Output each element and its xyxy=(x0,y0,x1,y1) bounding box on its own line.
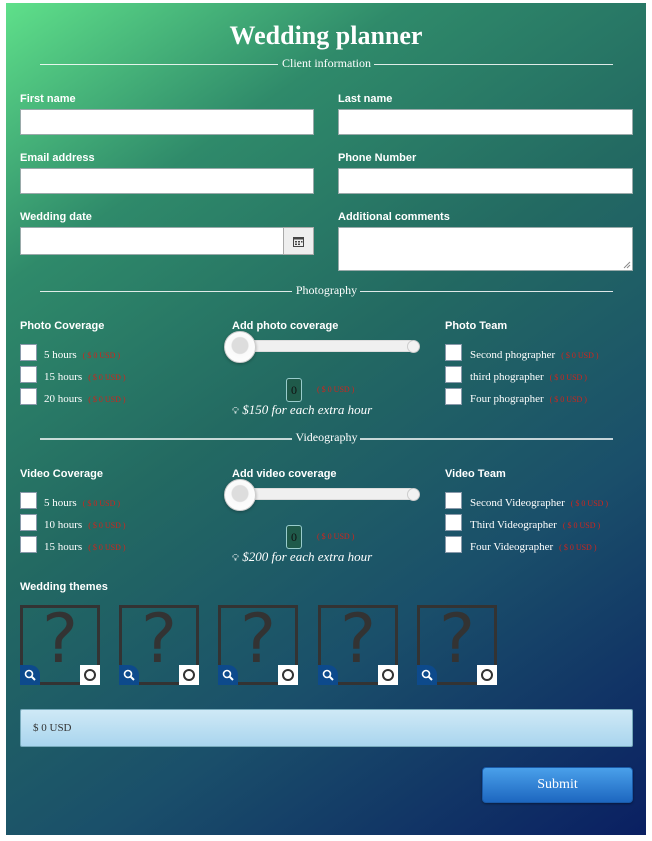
photo-team-label: Photo Team xyxy=(445,320,508,332)
wedding-themes-label: Wedding themes xyxy=(20,581,108,593)
theme-radio[interactable] xyxy=(80,665,100,685)
photo-option: 5 hours( $ 0 USD ) xyxy=(44,349,121,361)
photo-extra-note: 💡︎ $150 for each extra hour xyxy=(232,402,373,417)
video-team-option: Third Videographer( $ 0 USD ) xyxy=(470,519,601,531)
video-option: 5 hours( $ 0 USD ) xyxy=(44,497,121,509)
video-slider-track[interactable] xyxy=(246,488,416,500)
section-videography-header: Videography xyxy=(40,430,613,446)
video-slider-handle[interactable] xyxy=(224,479,256,511)
video-extra-price: ( $ 0 USD ) xyxy=(317,532,355,541)
video-team-option: Four Videographer( $ 0 USD ) xyxy=(470,541,597,553)
wedding-date-label: Wedding date xyxy=(20,211,92,223)
theme-radio[interactable] xyxy=(378,665,398,685)
add-photo-coverage-label: Add photo coverage xyxy=(232,320,339,332)
resize-handle-icon[interactable] xyxy=(623,261,631,269)
photo-option: 15 hours( $ 0 USD ) xyxy=(44,371,126,383)
photo-team-option: third phographer( $ 0 USD ) xyxy=(470,371,587,383)
theme-thumbnail[interactable]: ? xyxy=(20,600,100,685)
zoom-icon[interactable] xyxy=(218,665,238,685)
calendar-icon xyxy=(293,236,304,247)
phone-label: Phone Number xyxy=(338,152,417,164)
last-name-input[interactable] xyxy=(338,109,633,135)
theme-thumbnail[interactable]: ? xyxy=(218,600,298,685)
photo-extra-hours-counter[interactable]: 0 xyxy=(286,378,302,402)
comments-label: Additional comments xyxy=(338,211,450,223)
video-team-checkbox[interactable] xyxy=(445,536,462,553)
email-label: Email address xyxy=(20,152,95,164)
photo-team-checkbox[interactable] xyxy=(445,366,462,383)
video-extra-note: 💡︎ $200 for each extra hour xyxy=(232,549,373,564)
video-option-checkbox[interactable] xyxy=(20,492,37,509)
phone-input[interactable] xyxy=(338,168,633,194)
video-coverage-label: Video Coverage xyxy=(20,468,103,480)
theme-radio[interactable] xyxy=(278,665,298,685)
video-option: 10 hours( $ 0 USD ) xyxy=(44,519,126,531)
wedding-date-input[interactable] xyxy=(20,227,284,255)
photo-option: 20 hours( $ 0 USD ) xyxy=(44,393,126,405)
video-team-option: Second Videographer( $ 0 USD ) xyxy=(470,497,609,509)
theme-thumbnail[interactable]: ? xyxy=(417,600,497,685)
video-team-label: Video Team xyxy=(445,468,506,480)
total-price: $ 0 USD xyxy=(20,709,633,747)
lightbulb-icon: 💡︎ xyxy=(232,553,239,564)
video-team-checkbox[interactable] xyxy=(445,492,462,509)
comments-textarea[interactable] xyxy=(338,227,633,271)
theme-thumbnail[interactable]: ? xyxy=(119,600,199,685)
section-photography-header: Photography xyxy=(40,283,613,299)
zoom-icon[interactable] xyxy=(417,665,437,685)
photo-team-option: Four phographer( $ 0 USD ) xyxy=(470,393,587,405)
photo-option-checkbox[interactable] xyxy=(20,366,37,383)
zoom-icon[interactable] xyxy=(20,665,40,685)
section-client-header: Client information xyxy=(40,56,613,72)
photo-option-checkbox[interactable] xyxy=(20,344,37,361)
zoom-icon[interactable] xyxy=(119,665,139,685)
video-option-checkbox[interactable] xyxy=(20,536,37,553)
theme-radio[interactable] xyxy=(477,665,497,685)
photo-slider-end xyxy=(407,340,420,353)
photo-slider-handle[interactable] xyxy=(224,331,256,363)
photo-coverage-label: Photo Coverage xyxy=(20,320,105,332)
theme-radio[interactable] xyxy=(179,665,199,685)
photo-extra-price: ( $ 0 USD ) xyxy=(317,385,355,394)
photo-team-checkbox[interactable] xyxy=(445,344,462,361)
submit-button[interactable]: Submit xyxy=(482,767,633,803)
theme-thumbnail[interactable]: ? xyxy=(318,600,398,685)
video-extra-hours-counter[interactable]: 0 xyxy=(286,525,302,549)
lightbulb-icon: 💡︎ xyxy=(232,406,239,417)
zoom-icon[interactable] xyxy=(318,665,338,685)
photo-slider-track[interactable] xyxy=(246,340,416,352)
wedding-planner-form: Wedding planner Client information First… xyxy=(6,3,646,835)
video-team-checkbox[interactable] xyxy=(445,514,462,531)
first-name-input[interactable] xyxy=(20,109,314,135)
video-option: 15 hours( $ 0 USD ) xyxy=(44,541,126,553)
last-name-label: Last name xyxy=(338,93,393,105)
photo-team-checkbox[interactable] xyxy=(445,388,462,405)
video-option-checkbox[interactable] xyxy=(20,514,37,531)
first-name-label: First name xyxy=(20,93,76,105)
add-video-coverage-label: Add video coverage xyxy=(232,468,337,480)
page-title: Wedding planner xyxy=(229,21,423,50)
calendar-button[interactable] xyxy=(283,227,314,255)
video-slider-end xyxy=(407,488,420,501)
photo-option-checkbox[interactable] xyxy=(20,388,37,405)
email-input[interactable] xyxy=(20,168,314,194)
photo-team-option: Second phographer( $ 0 USD ) xyxy=(470,349,599,361)
